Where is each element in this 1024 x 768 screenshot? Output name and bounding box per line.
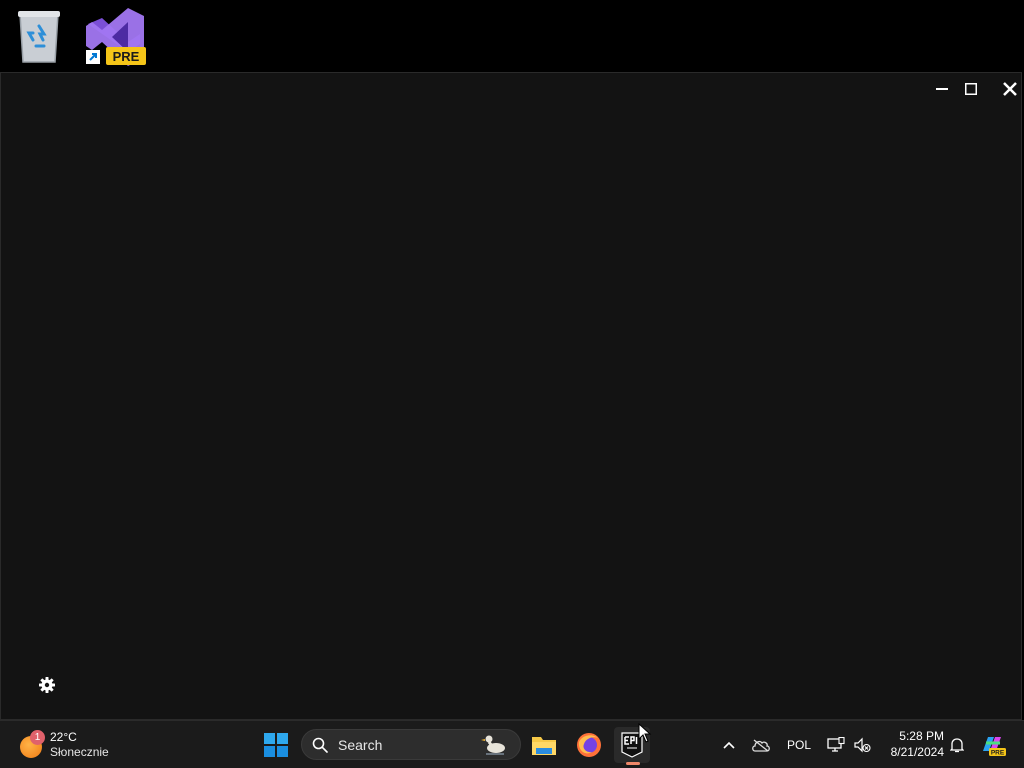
copilot-preview-icon: PRE: [983, 737, 1006, 757]
show-hidden-icons-button[interactable]: [718, 727, 740, 763]
close-icon: [1003, 82, 1017, 96]
clock-date: 8/21/2024: [890, 745, 944, 759]
weather-condition: Słonecznie: [50, 745, 109, 759]
bird-icon: [481, 735, 505, 755]
volume-icon[interactable]: [851, 727, 873, 763]
copilot-icon[interactable]: PRE: [978, 727, 1008, 763]
running-indicator: [626, 762, 640, 765]
taskbar: 1 22°C Słonecznie Search POL 5:28 PM 8/2…: [0, 720, 1024, 768]
maximize-icon: [965, 83, 977, 95]
weather-widget[interactable]: 1 22°C Słonecznie: [18, 727, 128, 763]
windows-logo-icon: [264, 733, 288, 757]
notifications-button[interactable]: [946, 727, 968, 763]
language-indicator[interactable]: POL: [782, 727, 816, 763]
chevron-up-icon: [723, 741, 735, 749]
mouse-cursor-icon: [638, 723, 652, 743]
network-icon[interactable]: [825, 727, 847, 763]
gear-icon: [39, 677, 55, 693]
onedrive-icon[interactable]: [748, 727, 774, 763]
cloud-offline-icon: [752, 739, 770, 752]
notification-badge: 1: [30, 730, 45, 745]
minimize-button[interactable]: [928, 77, 956, 101]
svg-text:PRE: PRE: [991, 750, 1005, 757]
bell-icon: [950, 738, 964, 753]
maximize-button[interactable]: [957, 77, 985, 101]
app-window: [0, 72, 1022, 720]
close-button[interactable]: [996, 77, 1024, 101]
search-box[interactable]: Search: [301, 729, 521, 760]
search-label: Search: [338, 737, 383, 753]
search-icon: [312, 737, 328, 753]
weather-temperature: 22°C: [50, 730, 77, 744]
file-explorer-icon[interactable]: [526, 727, 562, 763]
pre-badge: PRE: [113, 49, 140, 64]
folder-icon: [532, 737, 556, 755]
recycle-bin-icon[interactable]: [6, 4, 72, 70]
settings-button[interactable]: [37, 675, 57, 695]
visual-studio-preview-icon[interactable]: PRE: [82, 4, 148, 70]
speaker-muted-icon: [854, 737, 871, 753]
monitor-network-icon: [827, 737, 845, 752]
firefox-logo-icon: [577, 733, 601, 757]
clock[interactable]: 5:28 PM 8/21/2024: [878, 728, 944, 760]
clock-time: 5:28 PM: [899, 729, 944, 743]
start-button[interactable]: [258, 727, 294, 763]
firefox-icon[interactable]: [571, 727, 607, 763]
minimize-icon: [936, 88, 948, 90]
